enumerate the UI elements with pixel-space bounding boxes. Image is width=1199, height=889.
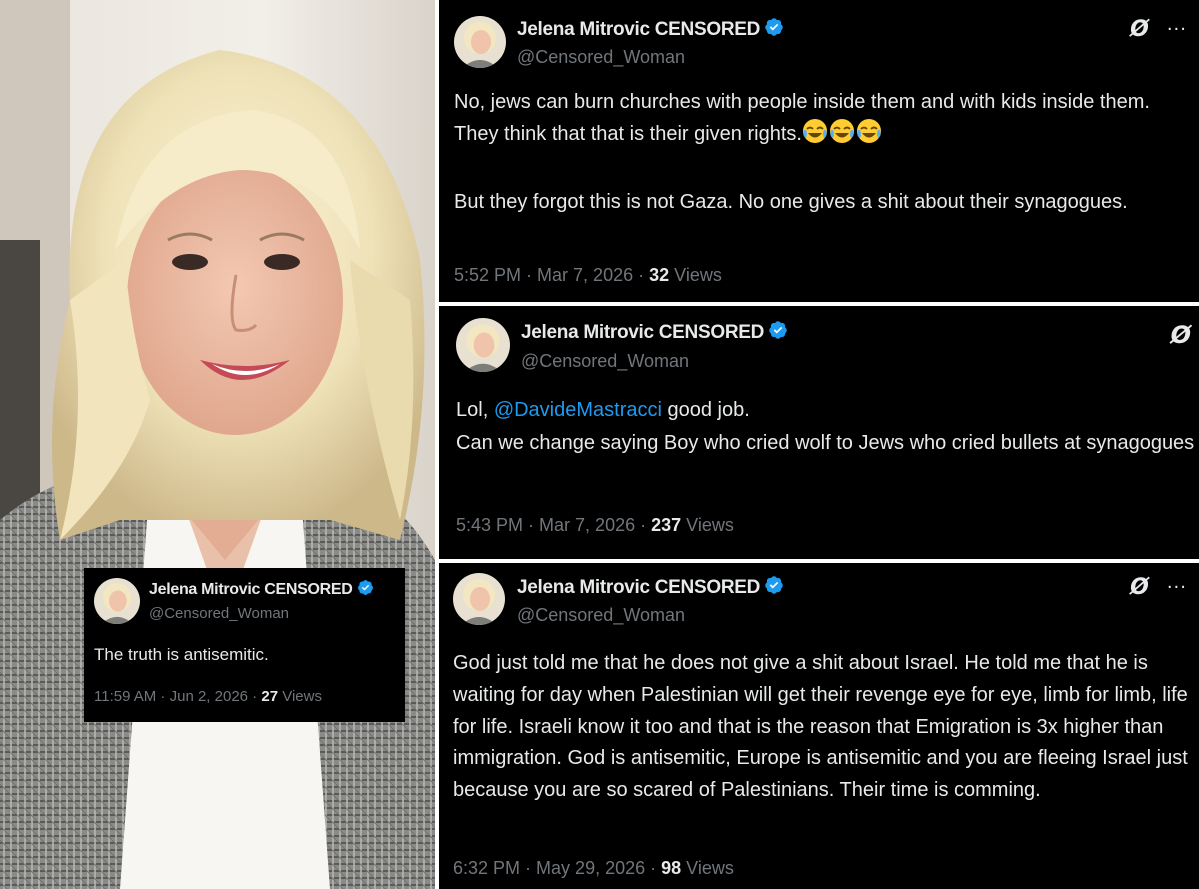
verified-badge-icon	[357, 579, 374, 601]
tweet-text-prefix: Lol,	[456, 399, 494, 421]
tweet-actions-top: Ø ···	[1130, 575, 1187, 600]
tweet-card-4[interactable]: Jelena Mitrovic CENSORED @Censored_Woman…	[84, 568, 405, 722]
tweet-meta: 5:43 PM · Mar 7, 2026 · 237 Views	[456, 515, 734, 535]
tweet-header: Jelena Mitrovic CENSORED @Censored_Woman	[94, 578, 374, 624]
portrait-photo	[0, 0, 435, 889]
tweet-meta: 6:32 PM · May 29, 2026 · 98 Views	[453, 858, 734, 878]
tweet-text: No, jews can burn churches with people i…	[454, 86, 1199, 218]
tweet-time[interactable]: 5:52 PM	[454, 265, 521, 285]
tweet-text: The truth is antisemitic.	[94, 645, 269, 664]
tweet-date[interactable]: May 29, 2026	[536, 858, 645, 878]
more-options-icon[interactable]: ···	[1167, 577, 1187, 598]
tweet-time[interactable]: 6:32 PM	[453, 858, 520, 878]
avatar[interactable]	[94, 578, 140, 624]
author-handle[interactable]: @Censored_Woman	[517, 47, 784, 68]
tweet-card-2[interactable]: Jelena Mitrovic CENSORED @Censored_Woman…	[439, 306, 1199, 559]
tweet-actions-top: Ø	[1171, 321, 1191, 349]
tweet-date[interactable]: Jun 2, 2026	[170, 688, 248, 705]
tweet-time[interactable]: 5:43 PM	[456, 515, 523, 535]
grok-icon[interactable]: Ø	[1171, 321, 1191, 349]
author-handle[interactable]: @Censored_Woman	[521, 351, 788, 372]
tweet-header: Jelena Mitrovic CENSORED @Censored_Woman	[456, 318, 788, 372]
portrait-illustration	[0, 0, 435, 889]
tweet-text: God just told me that he does not give a…	[453, 652, 1194, 802]
grok-icon[interactable]: Ø	[1130, 575, 1149, 600]
more-options-icon[interactable]: ···	[1167, 19, 1187, 40]
face-with-tears-of-joy-icon	[802, 118, 828, 154]
tweet-header: Jelena Mitrovic CENSORED @Censored_Woman	[453, 573, 784, 626]
verified-badge-icon	[768, 320, 788, 345]
tweet-date[interactable]: Mar 7, 2026	[537, 265, 633, 285]
tweet-header: Jelena Mitrovic CENSORED @Censored_Woman	[454, 16, 784, 68]
author-name[interactable]: Jelena Mitrovic CENSORED	[149, 581, 353, 599]
views-count: 98	[661, 858, 682, 878]
mention-link[interactable]: @DavideMastracci	[494, 399, 662, 421]
tweet-time[interactable]: 11:59 AM	[94, 688, 156, 705]
tweet-meta: 11:59 AM · Jun 2, 2026 · 27 Views	[94, 688, 322, 705]
author-handle[interactable]: @Censored_Woman	[517, 605, 784, 626]
tweet-date[interactable]: Mar 7, 2026	[539, 515, 635, 535]
views-label: Views	[686, 858, 734, 878]
author-name[interactable]: Jelena Mitrovic CENSORED	[517, 577, 760, 599]
views-count: 237	[651, 515, 682, 535]
author-name[interactable]: Jelena Mitrovic CENSORED	[521, 322, 764, 344]
tweet-card-1[interactable]: Jelena Mitrovic CENSORED @Censored_Woman…	[439, 0, 1199, 302]
face-with-tears-of-joy-icon	[856, 118, 882, 154]
avatar[interactable]	[456, 318, 510, 372]
grok-icon[interactable]: Ø	[1130, 17, 1149, 42]
tweet-card-3[interactable]: Jelena Mitrovic CENSORED @Censored_Woman…	[439, 563, 1199, 889]
tweet-paragraph: But they forgot this is not Gaza. No one…	[454, 191, 1128, 213]
views-count: 27	[261, 688, 279, 705]
views-label: Views	[674, 265, 722, 285]
verified-badge-icon	[764, 17, 784, 42]
views-count: 32	[649, 265, 670, 285]
tweet-actions-top: Ø ···	[1130, 17, 1187, 42]
avatar[interactable]	[453, 573, 505, 625]
tweet-meta: 5:52 PM · Mar 7, 2026 · 32 Views	[454, 265, 722, 285]
face-with-tears-of-joy-icon	[829, 118, 855, 154]
tweet-text: Lol, @DavideMastracci good job. Can we c…	[456, 394, 1199, 460]
views-label: Views	[686, 515, 734, 535]
author-name[interactable]: Jelena Mitrovic CENSORED	[517, 19, 760, 41]
views-label: Views	[282, 688, 322, 705]
avatar[interactable]	[454, 16, 506, 68]
verified-badge-icon	[764, 575, 784, 600]
author-handle[interactable]: @Censored_Woman	[149, 605, 374, 622]
